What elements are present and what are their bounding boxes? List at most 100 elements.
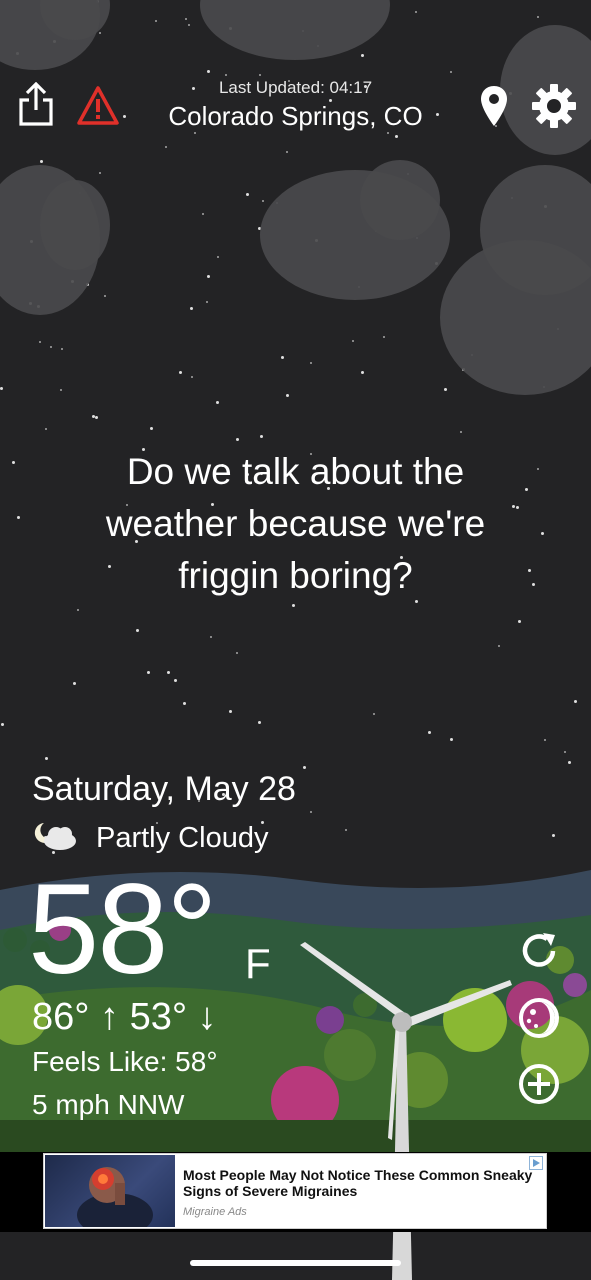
star <box>39 341 41 343</box>
temperature-unit[interactable]: F <box>245 940 271 988</box>
star <box>229 710 232 713</box>
star <box>202 213 204 215</box>
star <box>518 620 521 623</box>
star <box>564 751 566 753</box>
star <box>236 652 238 654</box>
quote-line-2: weather because we're <box>105 503 486 544</box>
star <box>260 435 263 438</box>
star <box>210 636 212 638</box>
star <box>286 151 288 153</box>
star <box>0 387 3 390</box>
star <box>17 516 20 519</box>
star <box>45 757 48 760</box>
star <box>444 388 447 391</box>
star <box>165 146 167 148</box>
star <box>373 713 375 715</box>
star <box>61 348 63 350</box>
star <box>345 829 347 831</box>
star <box>217 256 219 258</box>
star <box>207 70 210 73</box>
ad-banner[interactable]: Most People May Not Notice These Common … <box>43 1153 547 1229</box>
star <box>45 428 47 430</box>
star <box>450 71 452 73</box>
condition-text: Partly Cloudy <box>96 821 269 854</box>
star <box>568 761 571 764</box>
star <box>552 834 555 837</box>
refresh-button[interactable] <box>516 930 562 976</box>
star <box>262 200 264 202</box>
star <box>361 54 364 57</box>
star <box>95 416 98 419</box>
star <box>395 135 398 138</box>
star <box>310 811 312 813</box>
star <box>188 24 190 26</box>
gear-icon <box>531 83 577 134</box>
star <box>225 74 227 76</box>
location-button[interactable] <box>470 84 518 132</box>
snarky-quote: Do we talk about the weather because we'… <box>40 446 551 602</box>
star <box>147 671 150 674</box>
star <box>99 32 101 34</box>
star <box>50 346 52 348</box>
weather-app-screen: Last Updated: 04:17 Colorado Springs, CO <box>0 0 591 1280</box>
forecast-date: Saturday, May 28 <box>32 770 296 808</box>
refresh-icon <box>517 929 561 978</box>
star <box>428 731 431 734</box>
settings-button[interactable] <box>530 83 578 134</box>
star <box>236 438 239 441</box>
plus-circle-icon <box>517 1062 561 1111</box>
star <box>174 679 177 682</box>
star <box>12 461 15 464</box>
star <box>179 371 182 374</box>
ad-title[interactable]: Most People May Not Notice These Common … <box>183 1167 533 1199</box>
star <box>574 700 577 703</box>
star <box>136 629 139 632</box>
map-pin-icon <box>479 84 509 133</box>
ad-source: Migraine Ads <box>183 1206 247 1218</box>
star <box>185 18 187 20</box>
star <box>99 172 101 174</box>
current-temperature: 58° <box>28 858 218 1001</box>
star <box>92 415 95 418</box>
star <box>292 604 295 607</box>
star <box>303 766 306 769</box>
star <box>1 723 4 726</box>
moon-phase-button[interactable] <box>516 997 562 1043</box>
star <box>207 275 210 278</box>
condition-row: Partly Cloudy <box>32 818 268 858</box>
star <box>150 427 153 430</box>
star <box>352 340 354 342</box>
moon-phase-icon <box>517 996 561 1045</box>
star <box>190 307 193 310</box>
star <box>387 132 389 134</box>
star <box>259 74 261 76</box>
ad-choices-icon[interactable] <box>529 1156 543 1170</box>
star <box>40 160 43 163</box>
star <box>77 609 79 611</box>
star <box>450 738 453 741</box>
star <box>216 401 219 404</box>
quote-line-3: friggin boring? <box>178 555 413 596</box>
star <box>460 431 462 433</box>
star <box>281 356 284 359</box>
star <box>537 16 539 18</box>
wind-text: 5 mph NNW <box>32 1089 185 1120</box>
star <box>246 193 249 196</box>
star <box>415 11 417 13</box>
quote-line-1: Do we talk about the <box>126 451 465 492</box>
star <box>310 362 312 364</box>
add-location-button[interactable] <box>516 1063 562 1109</box>
high-low-temperature: 86° ↑ 53° ↓ <box>32 996 217 1038</box>
star <box>361 371 364 374</box>
star <box>383 336 385 338</box>
partly-cloudy-night-icon <box>32 821 78 856</box>
star <box>286 394 289 397</box>
star <box>206 301 208 303</box>
home-indicator[interactable] <box>190 1260 401 1266</box>
star <box>258 721 261 724</box>
star <box>183 702 186 705</box>
star <box>167 671 170 674</box>
star <box>544 739 546 741</box>
feels-like-text: Feels Like: 58° <box>32 1046 218 1077</box>
star <box>498 645 500 647</box>
